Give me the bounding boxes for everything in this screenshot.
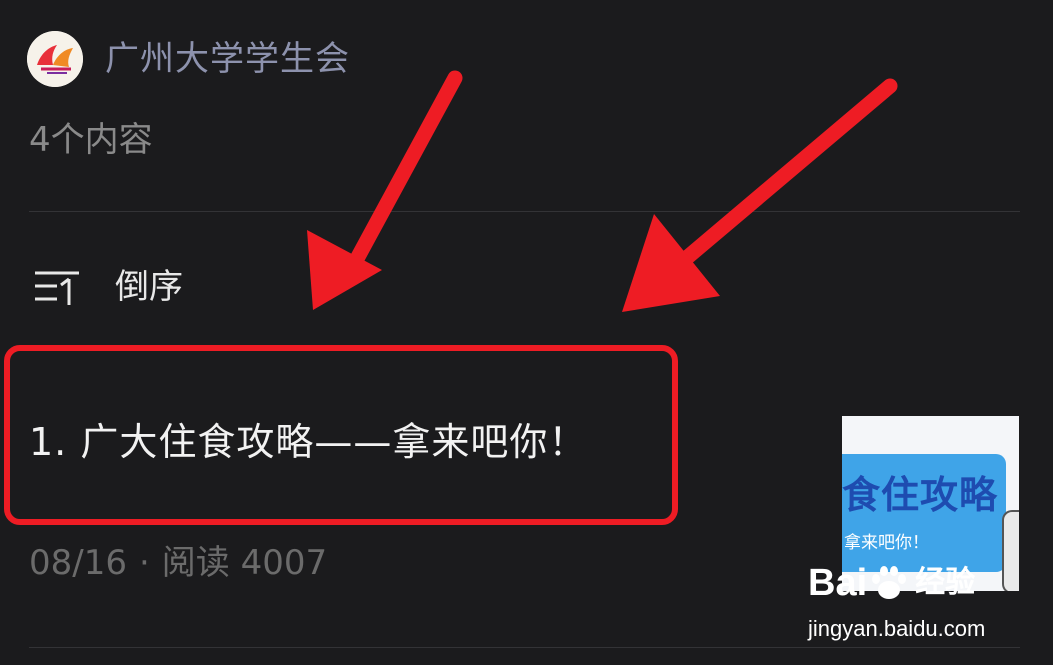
- annotation-arrow-left: [307, 70, 463, 310]
- sort-order-icon: [35, 271, 79, 305]
- article-meta: 08/16 · 阅读 4007: [29, 540, 327, 586]
- account-name[interactable]: 广州大学学生会: [105, 36, 350, 82]
- meta-separator: ·: [138, 543, 150, 583]
- account-avatar[interactable]: [27, 31, 83, 87]
- thumbnail-subtitle: 拿来吧你！: [844, 533, 929, 553]
- watermark-brand-right: 经验: [915, 566, 976, 599]
- gzu-student-union-logo-icon: [27, 31, 83, 87]
- watermark-brand: Bai 经验: [808, 560, 975, 606]
- sort-label: 倒序: [115, 267, 183, 307]
- article-date: 08/16: [29, 543, 127, 583]
- sort-toggle[interactable]: 倒序: [33, 262, 183, 312]
- thumbnail-title: 食住攻略: [842, 473, 999, 517]
- divider: [29, 211, 1020, 212]
- article-read-count: 阅读 4007: [161, 543, 328, 583]
- watermark-brand-left: Bai: [808, 562, 868, 604]
- watermark-url: jingyan.baidu.com: [808, 616, 986, 641]
- annotation-highlight-box: [4, 345, 678, 525]
- divider: [29, 647, 1020, 648]
- baidu-paw-icon: [872, 566, 907, 599]
- baidu-jingyan-watermark: Bai 经验 jingyan.baidu.com: [808, 560, 1008, 646]
- content-count: 4个内容: [29, 120, 153, 160]
- annotation-arrow-right: [622, 78, 898, 312]
